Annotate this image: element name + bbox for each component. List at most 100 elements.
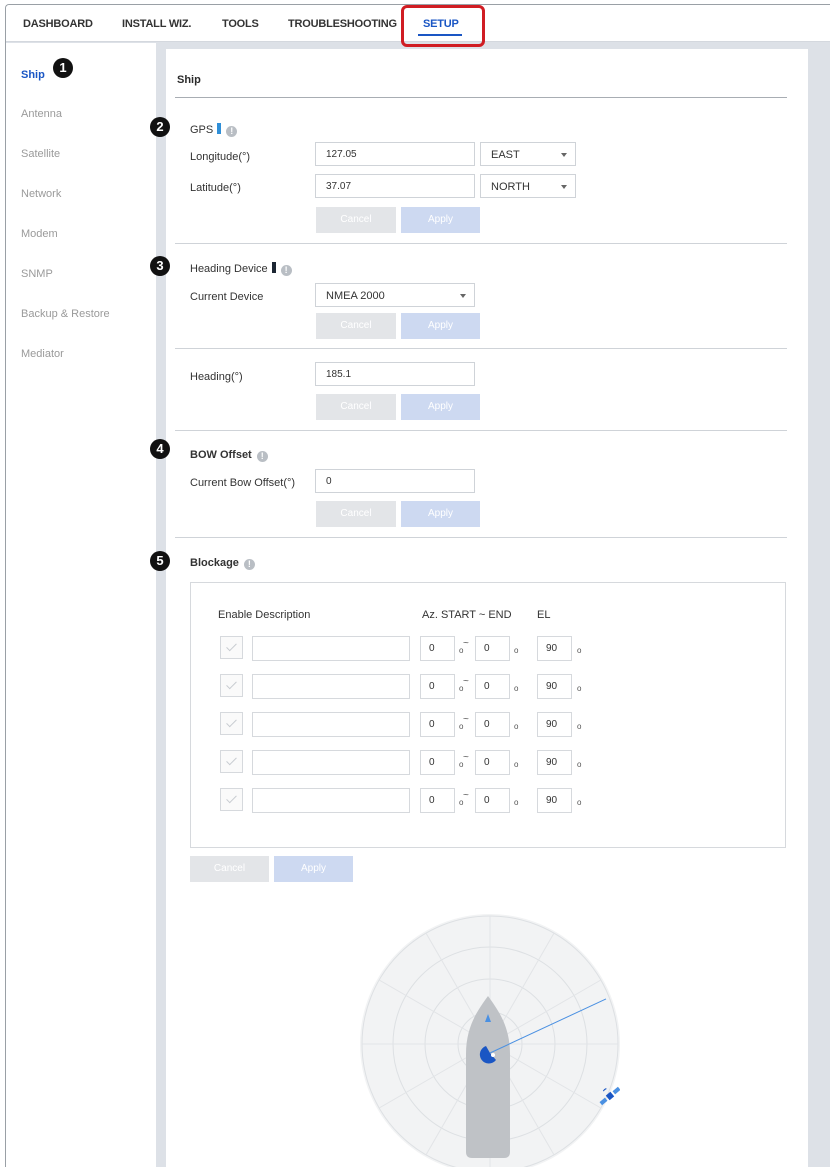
gps-color-marker (217, 123, 222, 134)
enable-description-header: Enable Description (218, 609, 311, 621)
degree-symbol: o (577, 722, 582, 731)
divider (175, 537, 787, 538)
gps-title-text: GPS (190, 124, 214, 136)
azimuth-start-input[interactable]: 0 (420, 636, 455, 661)
sidebar-item-modem[interactable]: Modem (21, 228, 58, 240)
sidebar: Ship Antenna Satellite Network Modem SNM… (6, 43, 156, 1167)
degree-symbol: o (577, 760, 582, 769)
heading-input[interactable]: 185.1 (315, 362, 475, 386)
azimuth-end-input[interactable]: 0 (475, 674, 510, 699)
blockage-enable-checkbox[interactable] (220, 788, 243, 811)
blockage-description-input[interactable] (252, 674, 410, 699)
current-device-select[interactable]: NMEA 2000 (315, 283, 475, 307)
title-divider (175, 97, 787, 98)
azimuth-start-input[interactable]: 0 (420, 712, 455, 737)
blockage-description-input[interactable] (252, 788, 410, 813)
callout-5: 5 (150, 551, 170, 571)
blockage-enable-checkbox[interactable] (220, 674, 243, 697)
elevation-header: EL (537, 609, 551, 621)
azimuth-start-input[interactable]: 0 (420, 788, 455, 813)
range-tilde: ~ (463, 714, 469, 725)
latitude-direction-select[interactable]: NORTH (480, 174, 576, 198)
chevron-down-icon (460, 294, 466, 298)
tab-troubleshooting[interactable]: TROUBLESHOOTING (288, 18, 397, 30)
elevation-input[interactable]: 90 (537, 788, 572, 813)
current-device-value: NMEA 2000 (326, 290, 385, 302)
gps-cancel-button[interactable]: Cancel (316, 207, 396, 233)
blockage-description-input[interactable] (252, 712, 410, 737)
bow-offset-input[interactable]: 0 (315, 469, 475, 493)
tab-dashboard[interactable]: DASHBOARD (23, 18, 93, 30)
bow-offset-cancel-button[interactable]: Cancel (316, 501, 396, 527)
sidebar-item-snmp[interactable]: SNMP (21, 268, 53, 280)
sidebar-item-backup-restore[interactable]: Backup & Restore (21, 308, 110, 320)
bow-offset-section-title: BOW Offset! (190, 449, 268, 462)
degree-symbol: o (514, 684, 519, 693)
blockage-enable-checkbox[interactable] (220, 712, 243, 735)
sidebar-item-antenna[interactable]: Antenna (21, 108, 62, 120)
chevron-down-icon (561, 153, 567, 157)
divider (175, 430, 787, 431)
callout-3: 3 (150, 256, 170, 276)
blockage-polar-view (360, 914, 620, 1167)
elevation-input[interactable]: 90 (537, 750, 572, 775)
sidebar-item-satellite[interactable]: Satellite (21, 148, 60, 160)
longitude-input[interactable]: 127.05 (315, 142, 475, 166)
info-icon[interactable]: ! (226, 126, 238, 137)
degree-symbol: o (577, 646, 582, 655)
degree-symbol: o (514, 760, 519, 769)
sidebar-item-mediator[interactable]: Mediator (21, 348, 64, 360)
callout-4: 4 (150, 439, 170, 459)
sidebar-item-ship[interactable]: Ship (21, 69, 45, 81)
divider (175, 243, 787, 244)
tab-install-wizard[interactable]: INSTALL WIZ. (122, 18, 191, 30)
degree-symbol: o (514, 798, 519, 807)
azimuth-start-input[interactable]: 0 (420, 750, 455, 775)
current-device-label: Current Device (190, 291, 264, 303)
azimuth-end-input[interactable]: 0 (475, 712, 510, 737)
heading-device-cancel-button[interactable]: Cancel (316, 313, 396, 339)
longitude-direction-select[interactable]: EAST (480, 142, 576, 166)
heading-device-color-marker (271, 262, 276, 273)
azimuth-end-input[interactable]: 0 (475, 636, 510, 661)
heading-apply-button[interactable]: Apply (401, 394, 480, 420)
info-icon[interactable]: ! (280, 265, 292, 276)
bow-offset-apply-button[interactable]: Apply (401, 501, 480, 527)
blockage-title-text: Blockage (190, 557, 239, 569)
callout-2: 2 (150, 117, 170, 137)
heading-device-section-title: Heading Device! (190, 262, 292, 276)
latitude-label: Latitude(°) (190, 182, 241, 194)
divider (175, 348, 787, 349)
heading-device-apply-button[interactable]: Apply (401, 313, 480, 339)
gps-apply-button[interactable]: Apply (401, 207, 480, 233)
heading-cancel-button[interactable]: Cancel (316, 394, 396, 420)
azimuth-start-input[interactable]: 0 (420, 674, 455, 699)
elevation-input[interactable]: 90 (537, 712, 572, 737)
tab-tools[interactable]: TOOLS (222, 18, 259, 30)
elevation-input[interactable]: 90 (537, 636, 572, 661)
azimuth-header: Az. START ~ END (422, 609, 512, 621)
azimuth-end-input[interactable]: 0 (475, 788, 510, 813)
blockage-section-title: Blockage! (190, 557, 255, 570)
gps-section-title: GPS! (190, 123, 238, 137)
latitude-input[interactable]: 37.07 (315, 174, 475, 198)
blockage-enable-checkbox[interactable] (220, 636, 243, 659)
info-icon[interactable]: ! (256, 451, 268, 462)
heading-device-title-text: Heading Device (190, 263, 268, 275)
info-icon[interactable]: ! (243, 559, 255, 570)
blockage-cancel-button[interactable]: Cancel (190, 856, 269, 882)
blockage-description-input[interactable] (252, 750, 410, 775)
blockage-description-input[interactable] (252, 636, 410, 661)
range-tilde: ~ (463, 676, 469, 687)
elevation-input[interactable]: 90 (537, 674, 572, 699)
azimuth-end-input[interactable]: 0 (475, 750, 510, 775)
blockage-apply-button[interactable]: Apply (274, 856, 353, 882)
callout-1: 1 (53, 58, 73, 78)
degree-symbol: o (514, 646, 519, 655)
degree-symbol: o (577, 684, 582, 693)
sidebar-item-network[interactable]: Network (21, 188, 61, 200)
blockage-enable-checkbox[interactable] (220, 750, 243, 773)
longitude-direction-value: EAST (491, 149, 520, 161)
latitude-direction-value: NORTH (491, 181, 530, 193)
range-tilde: ~ (463, 638, 469, 649)
